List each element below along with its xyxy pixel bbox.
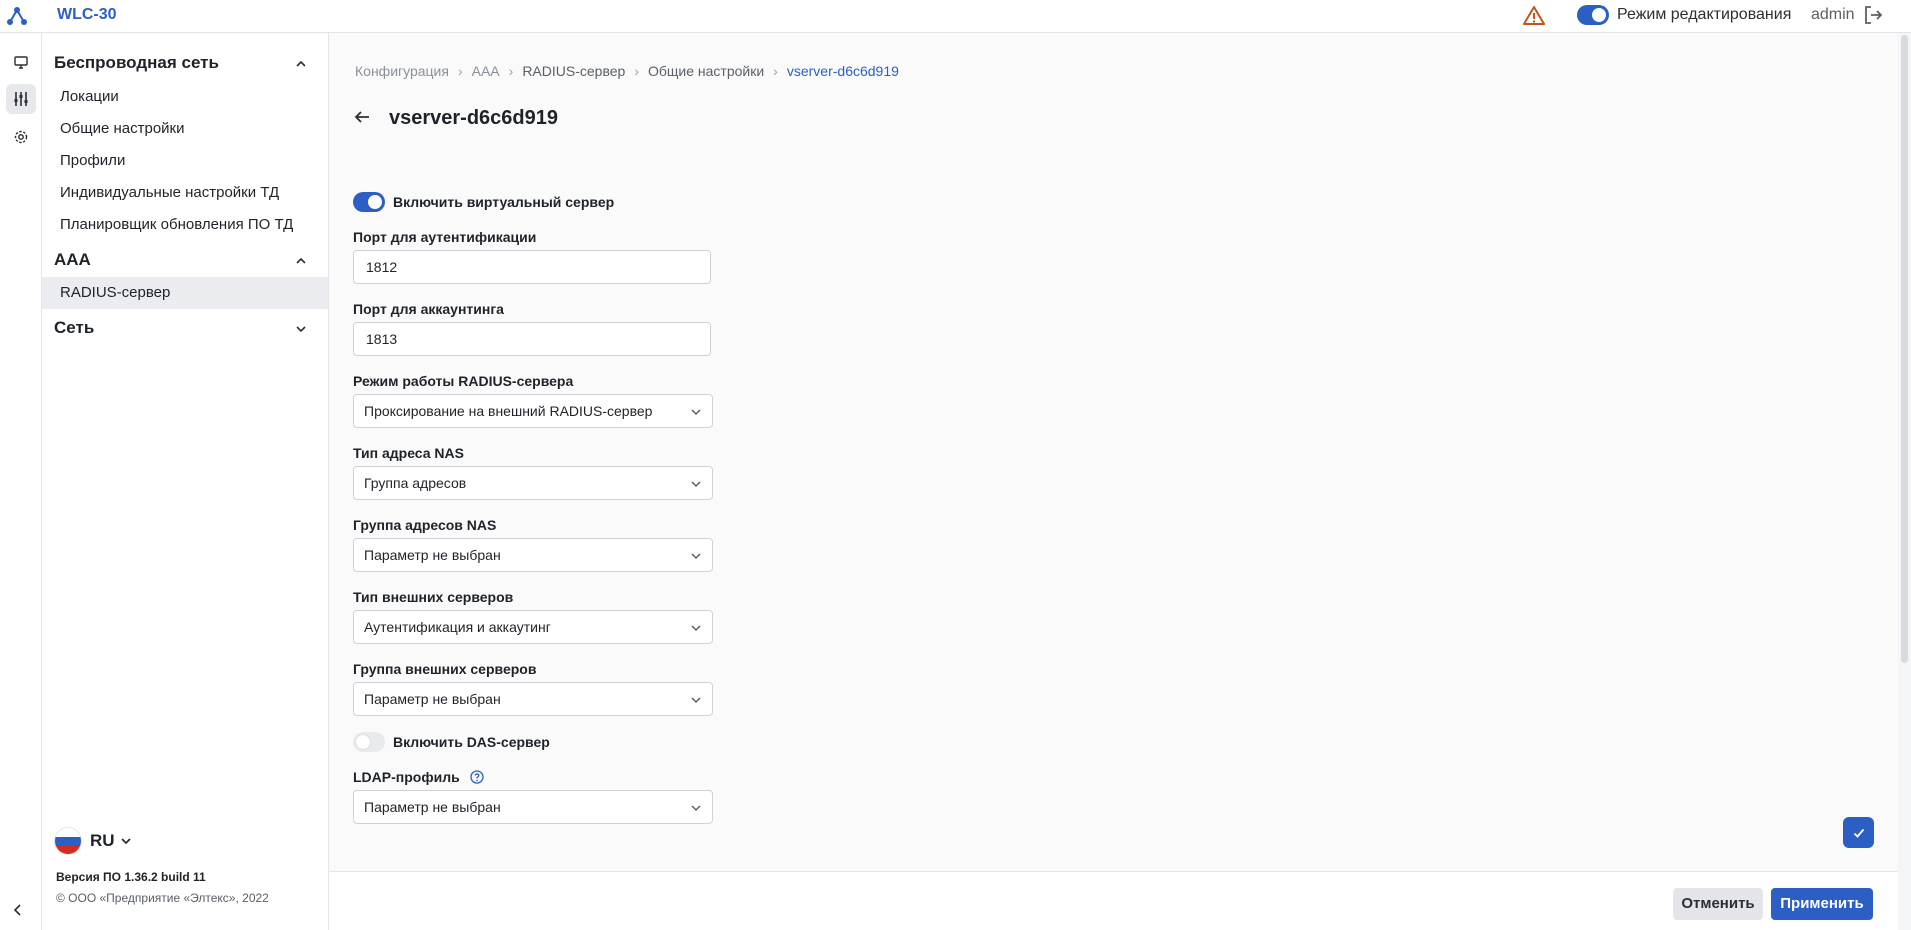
- cancel-button[interactable]: Отменить: [1673, 888, 1763, 920]
- breadcrumb-general-settings[interactable]: Общие настройки: [648, 63, 764, 79]
- back-arrow-icon[interactable]: [352, 107, 372, 127]
- chevron-up-icon: [296, 257, 306, 264]
- eltex-logo-icon[interactable]: [6, 5, 28, 27]
- enable-vserver-toggle[interactable]: [353, 192, 385, 212]
- acct-port-input[interactable]: 1813: [353, 322, 711, 356]
- gear-icon: [14, 130, 28, 144]
- sidebar-section-aaa[interactable]: AAA: [54, 250, 322, 276]
- nas-group-value: Параметр не выбран: [364, 547, 501, 563]
- monitor-icon: [14, 56, 28, 69]
- chevron-down-icon: [691, 553, 701, 560]
- language-selector[interactable]: RU: [54, 827, 133, 855]
- ext-servers-type-value: Аутентификация и аккаутинг: [364, 619, 551, 635]
- sidebar-section-wireless[interactable]: Беспроводная сеть: [54, 53, 322, 79]
- chevron-down-icon: [691, 805, 701, 812]
- radius-mode-select[interactable]: Проксирование на внешний RADIUS-сервер: [353, 394, 713, 428]
- breadcrumb-aaa[interactable]: AAA: [472, 63, 500, 79]
- ldap-profile-label-text: LDAP-профиль: [353, 769, 460, 785]
- nas-type-label: Тип адреса NAS: [353, 445, 464, 461]
- sidebar-section-network[interactable]: Сеть: [54, 318, 322, 344]
- chevron-down-icon: [296, 326, 306, 333]
- copyright: © ООО «Предприятие «Элтекс», 2022: [56, 891, 269, 905]
- icon-rail: [0, 33, 42, 930]
- sidebar-item-ap-individual-settings[interactable]: Индивидуальные настройки ТД: [42, 177, 328, 209]
- ext-servers-group-select[interactable]: Параметр не выбран: [353, 682, 713, 716]
- page-title: vserver-d6c6d919: [389, 107, 559, 129]
- ext-servers-type-select[interactable]: Аутентификация и аккаутинг: [353, 610, 713, 644]
- logout-icon[interactable]: [1862, 4, 1884, 26]
- ext-servers-type-label: Тип внешних серверов: [353, 589, 514, 605]
- form-footer: Отменить Применить: [330, 871, 1898, 930]
- enable-das-toggle[interactable]: [353, 732, 385, 752]
- help-icon[interactable]: [469, 770, 484, 784]
- chevron-down-icon: [691, 697, 701, 704]
- chevron-down-icon: [691, 625, 701, 632]
- settings-button[interactable]: [6, 122, 36, 152]
- breadcrumb-configuration[interactable]: Конфигурация: [355, 63, 449, 79]
- configuration-button[interactable]: [6, 84, 36, 114]
- monitoring-button[interactable]: [6, 47, 36, 77]
- sidebar-item-radius-server[interactable]: RADIUS-сервер: [42, 277, 328, 309]
- breadcrumb: Конфигурация › AAA › RADIUS-сервер › Общ…: [355, 63, 899, 79]
- scrollbar-thumb[interactable]: [1901, 35, 1908, 663]
- ldap-profile-select[interactable]: Параметр не выбран: [353, 790, 713, 824]
- sidebar-item-general-settings[interactable]: Общие настройки: [42, 113, 328, 145]
- sidebar-item-locations[interactable]: Локации: [42, 81, 328, 113]
- chevron-right-icon: ›: [773, 63, 778, 79]
- nas-type-value: Группа адресов: [364, 475, 467, 491]
- collapse-sidebar-icon[interactable]: [10, 902, 26, 918]
- enable-vserver-label: Включить виртуальный сервер: [393, 194, 615, 210]
- nas-group-select[interactable]: Параметр не выбран: [353, 538, 713, 572]
- auth-port-input[interactable]: 1812: [353, 250, 711, 284]
- sidebar-section-title: AAA: [54, 250, 91, 269]
- chevron-down-icon: [691, 409, 701, 416]
- user-name[interactable]: admin: [1811, 6, 1855, 24]
- auth-port-label: Порт для аутентификации: [353, 229, 537, 245]
- edit-mode-toggle[interactable]: [1577, 5, 1609, 25]
- sidebar-section-title: Беспроводная сеть: [54, 53, 219, 72]
- sidebar-item-profiles[interactable]: Профили: [42, 145, 328, 177]
- main-content: Конфигурация › AAA › RADIUS-сервер › Общ…: [330, 33, 1898, 871]
- breadcrumb-current: vserver-d6c6d919: [786, 63, 899, 79]
- ext-servers-group-label: Группа внешних серверов: [353, 661, 537, 677]
- warning-icon[interactable]: [1522, 4, 1546, 28]
- radius-mode-label: Режим работы RADIUS-сервера: [353, 373, 574, 389]
- scrollbar[interactable]: [1898, 33, 1911, 930]
- chevron-down-icon: [120, 838, 131, 845]
- radius-mode-value: Проксирование на внешний RADIUS-сервер: [364, 403, 653, 419]
- chevron-right-icon: ›: [457, 63, 463, 79]
- language-code: RU: [90, 831, 115, 850]
- sidebar: Беспроводная сеть Локации Общие настройк…: [42, 33, 329, 930]
- russia-flag-icon: [54, 827, 82, 855]
- edit-mode-label: Режим редактирования: [1617, 6, 1792, 23]
- validate-button[interactable]: [1843, 817, 1874, 848]
- checkmark-icon: [1853, 828, 1864, 838]
- acct-port-label: Порт для аккаунтинга: [353, 301, 504, 317]
- enable-das-label: Включить DAS-сервер: [393, 734, 550, 750]
- chevron-down-icon: [691, 481, 701, 488]
- sidebar-item-ap-update-scheduler[interactable]: Планировщик обновления ПО ТД: [42, 209, 328, 241]
- ldap-profile-value: Параметр не выбран: [364, 799, 501, 815]
- ldap-profile-label: LDAP-профиль: [353, 769, 484, 785]
- chevron-right-icon: ›: [634, 63, 639, 79]
- breadcrumb-radius-server[interactable]: RADIUS-сервер: [522, 63, 625, 79]
- ext-servers-group-value: Параметр не выбран: [364, 691, 501, 707]
- software-version: Версия ПО 1.36.2 build 11: [56, 870, 206, 884]
- sidebar-section-title: Сеть: [54, 318, 95, 337]
- apply-button[interactable]: Применить: [1771, 888, 1873, 920]
- app-title[interactable]: WLC-30: [57, 6, 117, 24]
- nas-group-label: Группа адресов NAS: [353, 517, 497, 533]
- chevron-up-icon: [296, 60, 306, 67]
- sliders-icon: [14, 92, 28, 106]
- top-bar: WLC-30 Режим редактирования admin: [0, 0, 1911, 33]
- chevron-right-icon: ›: [508, 63, 514, 79]
- nas-type-select[interactable]: Группа адресов: [353, 466, 713, 500]
